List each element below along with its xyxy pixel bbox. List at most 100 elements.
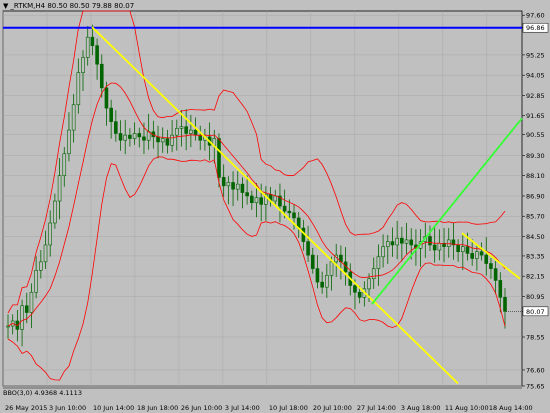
candle-body (428, 236, 432, 246)
y-tick-label: 80.07 (526, 308, 545, 316)
y-tick-label: 75.65 (526, 383, 545, 391)
x-tick-label: 26 Jun 10:00 (181, 404, 222, 412)
candle-body (456, 244, 460, 253)
x-tick-label: 20 Jul 10:00 (313, 404, 352, 412)
candle-body (320, 281, 324, 288)
y-tick-label: 94.05 (526, 72, 545, 80)
candle-body (48, 222, 52, 246)
candle-body (353, 285, 357, 293)
y-tick-label: 95.25 (526, 51, 545, 59)
candle-body (357, 291, 362, 298)
candle-body (198, 134, 203, 141)
y-tick-label: 84.50 (526, 233, 545, 241)
candle-body (156, 136, 160, 143)
x-tick-label: 3 Jul 14:00 (225, 404, 260, 412)
candle-body (306, 241, 310, 256)
candle-body (409, 239, 414, 246)
x-tick-label: 27 Jul 14:00 (357, 404, 396, 412)
x-tick-label: 18 Jun 18:00 (137, 404, 178, 412)
candle-body (367, 278, 371, 290)
indicator-label: BBO(3,0) 4.9368 4.1113 (3, 389, 82, 397)
y-tick-label: 86.90 (526, 192, 545, 200)
candle-body (24, 305, 29, 313)
candle-body (114, 121, 118, 134)
candle-body (193, 129, 198, 136)
candle-body (437, 242, 442, 251)
x-tick-label: 10 Jun 14:00 (93, 404, 134, 412)
candle-body (179, 126, 184, 129)
candle-body (287, 210, 292, 214)
chart-window[interactable]: 26 May 2015 3 Jun 10:00 10 Jun 14:00 18 Jun… (0, 0, 550, 413)
candle-body (43, 244, 48, 263)
y-tick-label: 78.55 (526, 334, 545, 342)
candle-body (470, 253, 474, 259)
y-tick-label: 90.55 (526, 131, 545, 139)
candle-body (85, 36, 90, 58)
candle-body (503, 297, 507, 312)
candle-body (174, 128, 179, 136)
y-tick-label: 92.85 (526, 92, 545, 100)
candle-body (404, 239, 409, 244)
candle-body (465, 246, 470, 254)
candle-body (67, 129, 71, 155)
candle-body (245, 192, 249, 197)
candle-body (132, 133, 137, 139)
candle-body (315, 268, 320, 283)
symbol-line: _RTKM,H4 80.50 80.50 79.88 80.07 (10, 2, 135, 10)
candle-body (310, 254, 315, 269)
candle-body (6, 325, 10, 328)
y-tick-label: 97.60 (526, 12, 545, 20)
candle-body (71, 104, 76, 131)
trendline-yellow-down (91, 26, 459, 385)
candle-body (142, 136, 146, 141)
candle-body (137, 133, 142, 138)
candle-body (371, 268, 376, 280)
candle-body (57, 175, 62, 202)
candle-body (81, 57, 85, 73)
candle-body (62, 153, 67, 176)
candle-body (104, 87, 109, 109)
candle-body (381, 246, 385, 258)
y-tick-label: 82.15 (526, 273, 545, 281)
candle-body (461, 246, 465, 253)
candle-body (226, 182, 231, 187)
x-tick-label: 3 Jun 10:00 (49, 404, 86, 412)
candle-body (235, 183, 240, 190)
candle-body (189, 129, 193, 134)
candle-body (20, 305, 24, 330)
candle-body (165, 138, 170, 146)
symbol-header: ▼ _RTKM,H4 80.50 80.50 79.88 80.07 (3, 2, 134, 11)
candle-body (123, 134, 128, 141)
price-chart[interactable]: 26 May 2015 3 Jun 10:00 10 Jun 14:00 18 Jun… (0, 0, 550, 413)
candle-body (39, 261, 43, 271)
candle-body (432, 244, 437, 251)
candle-body (99, 63, 104, 89)
candle-body (240, 183, 245, 193)
y-tick-label: 91.65 (526, 112, 545, 120)
candle-body (221, 177, 226, 187)
candle-body (170, 134, 174, 146)
candle-body (53, 200, 57, 224)
x-tick-label: 3 Aug 18:00 (401, 404, 441, 412)
candle-body (273, 195, 278, 202)
triangle-down-icon[interactable]: ▼ (3, 2, 8, 11)
candle-body (385, 241, 390, 247)
x-tick-label: 26 May 2015 (5, 404, 47, 412)
x-tick-label: 10 Jul 18:00 (269, 404, 308, 412)
candle-body (231, 182, 235, 190)
candle-body (95, 45, 99, 65)
candle-body (184, 126, 188, 134)
candle-body (29, 291, 34, 313)
candle-body (475, 251, 479, 259)
candle-body (254, 197, 259, 204)
y-tick-label: 88.10 (526, 172, 545, 180)
candle-body (128, 134, 132, 139)
upper-band (7, 10, 506, 314)
candle-body (479, 251, 484, 256)
candle-body (395, 237, 399, 246)
candle-body (282, 205, 287, 212)
candle-body (217, 138, 221, 178)
candle-body (489, 263, 493, 269)
candle-body (484, 254, 489, 264)
candle-body (109, 107, 113, 122)
